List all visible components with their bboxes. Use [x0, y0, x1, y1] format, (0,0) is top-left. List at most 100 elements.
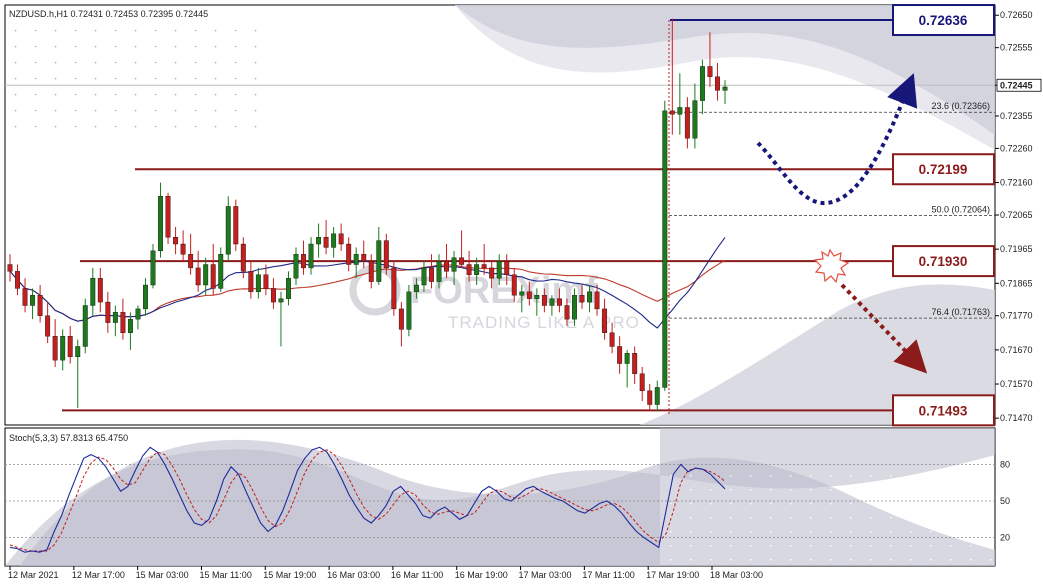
- grid-dot: [950, 559, 952, 561]
- candle-body: [143, 284, 148, 310]
- grid-dot: [830, 503, 832, 505]
- candle-body: [722, 86, 728, 91]
- level-label: 0.72636: [919, 13, 968, 28]
- candle-body: [308, 243, 314, 269]
- candle-body: [519, 291, 525, 296]
- candle-body: [692, 100, 698, 139]
- grid-dot: [690, 475, 692, 477]
- candle-body: [37, 295, 43, 316]
- grid-dot: [830, 559, 832, 561]
- grid-dot: [95, 126, 97, 128]
- grid-dot: [910, 531, 912, 533]
- grid-dot: [115, 126, 117, 128]
- time-tick-label: 16 Mar 11:00: [391, 570, 443, 580]
- grid-dot: [970, 531, 972, 533]
- grid-dot: [770, 531, 772, 533]
- grid-dot: [890, 545, 892, 547]
- grid-dot: [770, 517, 772, 519]
- grid-dot: [255, 126, 257, 128]
- grid-dot: [910, 503, 912, 505]
- grid-dot: [770, 503, 772, 505]
- grid-dot: [830, 475, 832, 477]
- grid-dot: [135, 78, 137, 80]
- grid-dot: [155, 46, 157, 48]
- grid-dot: [155, 30, 157, 32]
- grid-dot: [750, 517, 752, 519]
- candle-body: [112, 312, 118, 323]
- watermark-tagline: TRADING LIKE A PRO: [448, 313, 640, 332]
- candle-body: [383, 240, 389, 269]
- candle-body: [270, 288, 276, 303]
- candle-body: [639, 373, 645, 392]
- level-label: 0.72199: [919, 162, 968, 177]
- grid-dot: [730, 559, 732, 561]
- grid-dot: [830, 517, 832, 519]
- grid-dot: [35, 46, 37, 48]
- grid-dot: [850, 545, 852, 547]
- candle-body: [459, 257, 465, 265]
- grid-dot: [870, 489, 872, 491]
- candle-body: [7, 264, 13, 272]
- grid-dot: [215, 94, 217, 96]
- grid-dot: [135, 110, 137, 112]
- grid-dot: [75, 46, 77, 48]
- grid-dot: [990, 475, 992, 477]
- candle-body: [579, 295, 585, 303]
- grid-dot: [890, 559, 892, 561]
- grid-dot: [15, 30, 17, 32]
- grid-dot: [710, 517, 712, 519]
- grid-dot: [235, 30, 237, 32]
- grid-dot: [195, 94, 197, 96]
- candle-body: [361, 254, 367, 262]
- level-label: 0.71493: [919, 403, 968, 418]
- grid-dot: [810, 545, 812, 547]
- grid-dot: [115, 110, 117, 112]
- grid-dot: [970, 475, 972, 477]
- grid-dot: [115, 62, 117, 64]
- grid-dot: [235, 78, 237, 80]
- grid-dot: [670, 531, 672, 533]
- candle-body: [466, 264, 472, 275]
- grid-dot: [255, 78, 257, 80]
- grid-dot: [115, 78, 117, 80]
- grid-dot: [75, 110, 77, 112]
- grid-dot: [15, 110, 17, 112]
- candle-body: [699, 66, 705, 101]
- grid-dot: [115, 94, 117, 96]
- candle-body: [587, 291, 592, 303]
- time-tick-label: 17 Mar 19:00: [646, 570, 699, 580]
- grid-dot: [810, 517, 812, 519]
- grid-dot: [35, 94, 37, 96]
- time-tick-label: 12 Mar 17:00: [72, 570, 125, 580]
- grid-dot: [790, 489, 792, 491]
- grid-dot: [690, 531, 692, 533]
- candle-body: [368, 260, 374, 282]
- grid-dot: [810, 559, 812, 561]
- candle-body: [624, 353, 630, 364]
- grid-dot: [830, 531, 832, 533]
- grid-dot: [870, 517, 872, 519]
- stoch-tick-label: 50: [1000, 496, 1010, 506]
- grid-dot: [710, 503, 712, 505]
- candle-body: [707, 66, 713, 77]
- grid-dot: [890, 517, 892, 519]
- chart: FOREXimf TRADING LIKE A PRO 23.6 (0.7236…: [4, 4, 1042, 580]
- time-tick-label: 18 Mar 03:00: [710, 570, 763, 580]
- grid-dot: [930, 517, 932, 519]
- candle-body: [572, 295, 577, 320]
- grid-dot: [55, 46, 57, 48]
- grid-dot: [990, 545, 992, 547]
- grid-dot: [890, 489, 892, 491]
- grid-dot: [175, 62, 177, 64]
- candle-body: [60, 336, 66, 361]
- grid-dot: [155, 110, 157, 112]
- candle-body: [97, 277, 103, 303]
- grid-dot: [930, 489, 932, 491]
- grid-dot: [690, 489, 692, 491]
- grid-dot: [970, 517, 972, 519]
- candle-body: [481, 264, 487, 269]
- fib-label: 76.4 (0.71763): [931, 307, 990, 317]
- grid-dot: [730, 503, 732, 505]
- grid-dot: [95, 78, 97, 80]
- grid-dot: [810, 489, 812, 491]
